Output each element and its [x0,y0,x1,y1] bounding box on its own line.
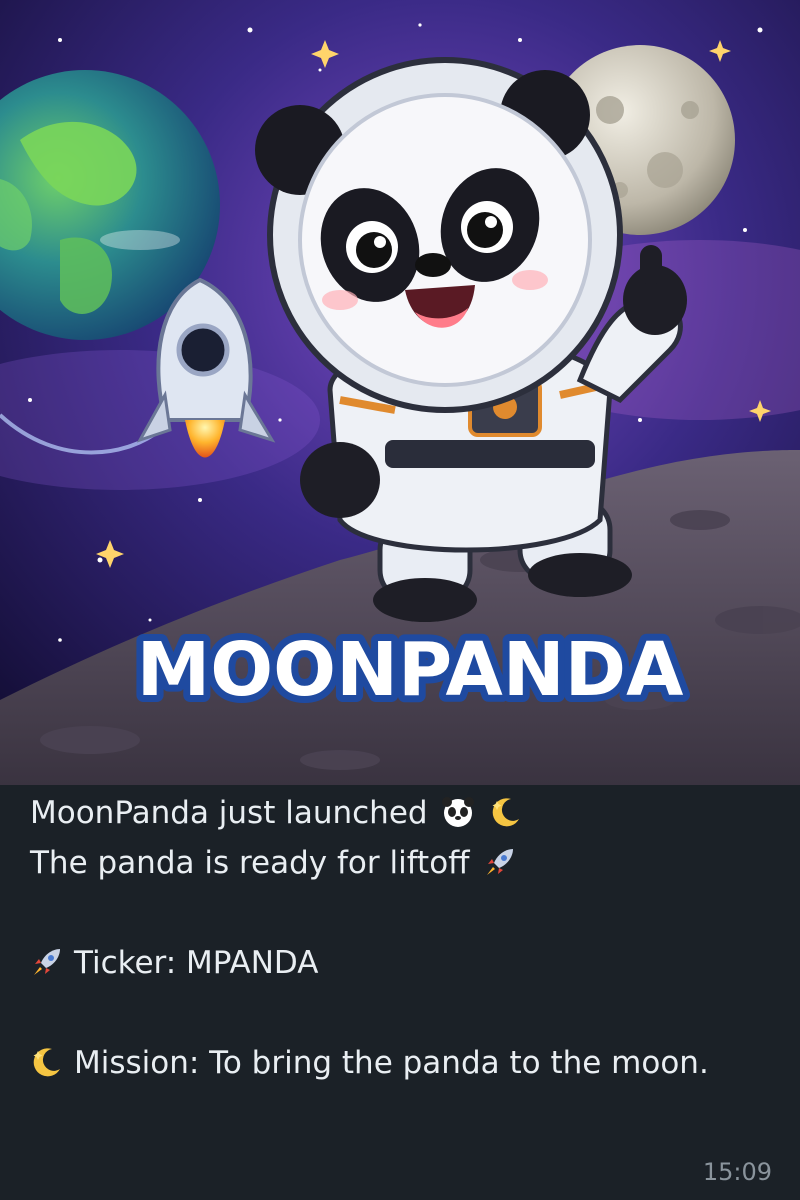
caption-ticker-line: Ticker: MPANDA [30,938,770,988]
caption-spacer-2 [30,988,770,1038]
rocket-icon [34,949,60,975]
caption-text-launch: MoonPanda just launched [30,795,428,831]
rocket-icon [487,849,514,875]
caption-text-liftoff: The panda is ready for liftoff [30,845,470,881]
crescent-moon-icon [33,1048,60,1077]
post-image[interactable]: MOONPANDA MOONPANDA [0,0,800,785]
message-caption: MoonPanda just launched The panda is rea… [30,788,770,1088]
logo-text: MOONPANDA [137,627,684,713]
moonpanda-logo: MOONPANDA MOONPANDA [130,620,691,720]
mission-text: Mission: To bring the panda to the moon. [74,1045,709,1081]
message-bubble: MOONPANDA MOONPANDA MoonPanda just launc… [0,0,800,1200]
message-timestamp: 15:09 [702,1158,772,1186]
moonpanda-artwork: MOONPANDA MOONPANDA [0,0,800,785]
caption-spacer-1 [30,888,770,938]
ticker-text: Ticker: MPANDA [74,945,319,981]
crescent-moon-icon [492,798,520,827]
panda-face-icon [442,797,475,827]
caption-line-2: The panda is ready for liftoff [30,838,770,888]
caption-mission-line: Mission: To bring the panda to the moon. [30,1038,770,1088]
caption-line-1: MoonPanda just launched [30,788,770,838]
